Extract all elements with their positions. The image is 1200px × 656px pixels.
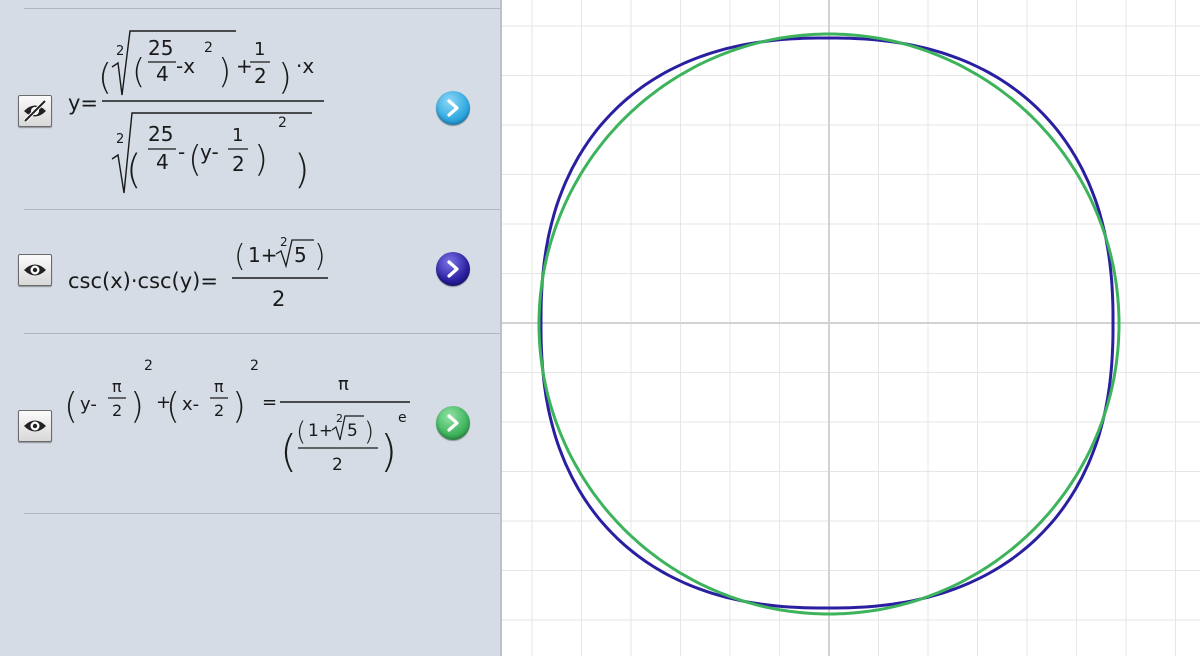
eye-icon — [24, 420, 46, 432]
svg-text:): ) — [254, 139, 268, 180]
svg-text:): ) — [218, 52, 231, 92]
svg-text:25: 25 — [148, 122, 173, 146]
visibility-toggle-1[interactable] — [18, 95, 52, 127]
chevron-right-icon — [447, 99, 459, 117]
svg-text:π: π — [338, 374, 349, 395]
svg-text:y-: y- — [80, 394, 97, 415]
equation-row-1[interactable]: y= ( 2 ( 25 4 -x 2 ) + 1 2 ) ·x 2 ( 25 4… — [0, 9, 500, 209]
svg-text:2: 2 — [332, 455, 343, 475]
svg-text:π: π — [214, 377, 224, 396]
eq1-num-25: 25 — [148, 36, 173, 60]
equation-2[interactable]: csc(x)·csc(y)= ( 1+ 2 5 ) 2 — [64, 220, 344, 320]
svg-text:2: 2 — [232, 152, 245, 176]
equation-panel: y= ( 2 ( 25 4 -x 2 ) + 1 2 ) ·x 2 ( 25 4… — [0, 0, 502, 656]
svg-text:(: ( — [126, 147, 142, 193]
svg-text:(: ( — [98, 57, 112, 98]
svg-text:-: - — [178, 140, 185, 164]
grid-lines — [502, 0, 1200, 656]
svg-text:5: 5 — [347, 421, 358, 441]
svg-text:(: ( — [132, 52, 145, 92]
eye-hidden-icon — [23, 100, 47, 122]
chevron-right-icon — [447, 414, 459, 432]
svg-text:2: 2 — [116, 132, 124, 147]
svg-text:1: 1 — [232, 125, 243, 146]
row-divider — [24, 513, 500, 514]
svg-text:2: 2 — [116, 44, 124, 59]
svg-text:): ) — [364, 417, 374, 447]
svg-text:2: 2 — [278, 115, 287, 131]
eye-icon — [24, 264, 46, 276]
svg-text:2: 2 — [112, 401, 122, 420]
graph-canvas[interactable] — [502, 0, 1200, 656]
svg-text:(: ( — [296, 417, 306, 447]
svg-text:e: e — [398, 410, 407, 426]
equation-row-3[interactable]: ( y- π 2 ) 2 + ( x- π 2 ) 2 = π ( ( 1+ 2 — [0, 334, 500, 512]
svg-text:π: π — [112, 377, 122, 396]
svg-text:y-: y- — [200, 140, 219, 164]
svg-text:): ) — [380, 426, 397, 477]
svg-text:1+: 1+ — [248, 243, 277, 267]
svg-text:): ) — [294, 147, 310, 193]
svg-text:): ) — [232, 386, 246, 427]
svg-text:): ) — [130, 386, 144, 427]
svg-text:2: 2 — [250, 358, 259, 374]
svg-text:+: + — [236, 54, 253, 78]
visibility-toggle-2[interactable] — [18, 254, 52, 286]
svg-text:-x: -x — [176, 54, 195, 78]
svg-text:(: ( — [64, 386, 78, 427]
eq2-lhs: csc(x)·csc(y)= — [68, 269, 218, 293]
equation-options-button-2[interactable] — [436, 252, 470, 286]
visibility-toggle-3[interactable] — [18, 410, 52, 442]
svg-text:2: 2 — [336, 412, 343, 425]
equation-1[interactable]: y= ( 2 ( 25 4 -x 2 ) + 1 2 ) ·x 2 ( 25 4… — [64, 9, 344, 204]
svg-text:2: 2 — [144, 358, 153, 374]
equation-options-button-1[interactable] — [436, 91, 470, 125]
svg-text:2: 2 — [204, 40, 213, 56]
svg-text:1: 1 — [254, 39, 265, 60]
svg-text:x-: x- — [182, 394, 199, 415]
svg-text:2: 2 — [254, 64, 267, 88]
svg-text:(: ( — [280, 426, 297, 477]
svg-text:2: 2 — [272, 287, 285, 311]
svg-text:1+: 1+ — [308, 421, 333, 441]
chevron-right-icon — [447, 260, 459, 278]
svg-text:): ) — [278, 57, 292, 98]
equation-options-button-3[interactable] — [436, 406, 470, 440]
svg-text:·x: ·x — [296, 54, 314, 78]
svg-text:2: 2 — [280, 235, 288, 249]
svg-text:): ) — [314, 239, 326, 274]
eq1-lhs: y= — [68, 91, 98, 115]
svg-text:(: ( — [234, 239, 246, 274]
svg-text:2: 2 — [214, 401, 224, 420]
equation-row-2[interactable]: csc(x)·csc(y)= ( 1+ 2 5 ) 2 — [0, 210, 500, 332]
svg-text:(: ( — [166, 386, 180, 427]
svg-text:4: 4 — [156, 150, 169, 174]
svg-text:=: = — [262, 392, 277, 413]
svg-text:4: 4 — [156, 62, 169, 86]
equation-3[interactable]: ( y- π 2 ) 2 + ( x- π 2 ) 2 = π ( ( 1+ 2 — [60, 344, 420, 504]
svg-text:5: 5 — [294, 243, 307, 267]
